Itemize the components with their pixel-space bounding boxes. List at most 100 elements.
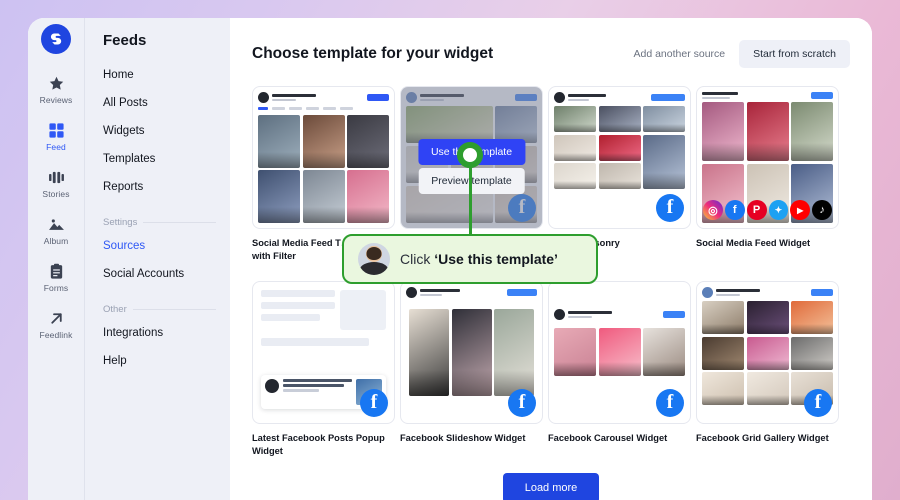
sidebar-group-other: Other: [85, 288, 230, 319]
mock-header: [258, 92, 389, 103]
template-card: f Latest Facebook Posts Popup Widget: [252, 281, 395, 471]
sidebar-item-social-accounts[interactable]: Social Accounts: [85, 260, 230, 288]
mock-title-lines: [568, 311, 660, 319]
avatar: [258, 92, 269, 103]
star-icon: [48, 74, 65, 93]
facebook-icon: f: [656, 389, 684, 418]
follow-button: [811, 289, 833, 297]
arrow-up-right-icon: [48, 309, 65, 328]
avatar: [265, 379, 279, 394]
facebook-icon: f: [724, 200, 745, 220]
template-thumbnail-7[interactable]: f: [548, 281, 691, 425]
callout-target-marker: [457, 142, 483, 168]
template-card: f Facebook Carousel Widget: [548, 281, 691, 471]
mock-media-row: [554, 328, 685, 377]
mock-header: [554, 92, 685, 103]
follow-button: [651, 94, 685, 101]
instagram-icon: ◎: [703, 200, 723, 220]
follow-button: [811, 92, 833, 99]
divider: [143, 222, 216, 223]
mock-filter-tabs: [258, 106, 389, 112]
mock-title-lines: [568, 94, 648, 101]
template-thumbnail-6[interactable]: f: [400, 281, 543, 425]
sidebar-item-widgets[interactable]: Widgets: [85, 117, 230, 145]
load-more-button[interactable]: Load more: [502, 473, 600, 500]
sidebar-group-label-other: Other: [103, 304, 127, 315]
template-thumbnail-3[interactable]: f: [548, 86, 691, 229]
mock-header: [702, 92, 833, 99]
follow-button: [507, 289, 537, 297]
template-thumbnail-8[interactable]: f: [696, 281, 839, 425]
mock-title-lines: [716, 289, 808, 297]
template-caption-5[interactable]: Latest Facebook Posts Popup Widget: [252, 432, 395, 457]
mock-feed: [258, 92, 389, 223]
avatar: [406, 287, 417, 299]
rail-item-feedlink[interactable]: Feedlink: [28, 303, 84, 344]
avatar: [702, 287, 713, 299]
mock-title-lines: [420, 289, 504, 297]
feedlink-logo[interactable]: [41, 24, 71, 54]
sidebar-nav: Feeds Home All Posts Widgets Templates R…: [84, 18, 230, 500]
sidebar-group-settings: Settings: [85, 201, 230, 232]
sidebar-item-integrations[interactable]: Integrations: [85, 319, 230, 347]
rail-item-reviews[interactable]: Reviews: [28, 68, 84, 109]
callout-text: Click ‘Use this template’: [400, 251, 558, 267]
sidebar-item-templates[interactable]: Templates: [85, 145, 230, 173]
facebook-icon: f: [360, 389, 388, 418]
rail-item-forms[interactable]: Forms: [28, 256, 84, 297]
follow-button: [367, 94, 389, 101]
rail-item-feed[interactable]: Feed: [28, 115, 84, 156]
preview-template-button[interactable]: Preview template: [418, 168, 525, 194]
template-thumbnail-5[interactable]: f: [252, 281, 395, 425]
social-icons-row: ◎ f P ✦ ▶ ♪: [703, 200, 832, 220]
tiktok-icon: ♪: [812, 200, 832, 220]
sidebar-item-sources[interactable]: Sources: [85, 232, 230, 260]
follow-button: [663, 311, 685, 319]
callout-prefix: Click: [400, 251, 431, 267]
rail-label-feedlink: Feedlink: [39, 330, 73, 340]
sidebar-group-label-settings: Settings: [103, 217, 138, 228]
template-card: f Facebook Slideshow Widget: [400, 281, 543, 471]
template-thumbnail-4[interactable]: ◎ f P ✦ ▶ ♪: [696, 86, 839, 229]
template-caption-6[interactable]: Facebook Slideshow Widget: [400, 432, 543, 445]
sidebar-item-all-posts[interactable]: All Posts: [85, 89, 230, 117]
sidebar-item-home[interactable]: Home: [85, 61, 230, 89]
template-caption-8[interactable]: Facebook Grid Gallery Widget: [696, 432, 839, 445]
template-caption-7[interactable]: Facebook Carousel Widget: [548, 432, 691, 445]
clipboard-icon: [48, 262, 65, 281]
grid-squares-icon: [48, 121, 65, 140]
rail-label-reviews: Reviews: [39, 95, 73, 105]
mock-title-lines: [272, 94, 364, 101]
rail-label-feed: Feed: [46, 142, 66, 152]
callout-tooltip: Click ‘Use this template’: [342, 234, 598, 284]
add-another-source-link[interactable]: Add another source: [633, 48, 725, 60]
divider: [132, 309, 216, 310]
rail-label-stories: Stories: [42, 189, 70, 199]
mock-media-grid: [258, 115, 389, 223]
rail-label-album: Album: [43, 236, 69, 246]
mock-title-lines: [702, 92, 808, 99]
template-caption-4[interactable]: Social Media Feed Widget: [696, 237, 839, 250]
template-card: f Facebook Grid Gallery Widget: [696, 281, 839, 471]
facebook-icon: f: [508, 389, 536, 418]
icon-rail: Reviews Feed Stories Album Forms Feedlin…: [28, 18, 84, 500]
sidebar-item-reports[interactable]: Reports: [85, 173, 230, 201]
mock-header: [554, 309, 685, 321]
callout-connector-line: [469, 162, 472, 240]
avatar: [554, 92, 565, 103]
rail-item-stories[interactable]: Stories: [28, 162, 84, 203]
page-title: Feeds: [103, 32, 147, 49]
start-from-scratch-button[interactable]: Start from scratch: [739, 40, 850, 68]
callout-emphasis: ‘Use this template’: [434, 251, 558, 267]
youtube-icon: ▶: [790, 200, 811, 220]
rail-item-album[interactable]: Album: [28, 209, 84, 250]
stories-bars-icon: [48, 168, 65, 187]
twitter-icon: ✦: [768, 200, 789, 220]
template-card: ◎ f P ✦ ▶ ♪ Social Media Feed Widget: [696, 86, 839, 276]
callout-avatar: [358, 243, 390, 275]
sidebar-item-help[interactable]: Help: [85, 347, 230, 375]
template-thumbnail-1[interactable]: [252, 86, 395, 229]
facebook-icon: f: [656, 194, 684, 222]
mountain-photo-icon: [48, 215, 65, 234]
main-header: Choose template for your widget Add anot…: [252, 40, 850, 68]
